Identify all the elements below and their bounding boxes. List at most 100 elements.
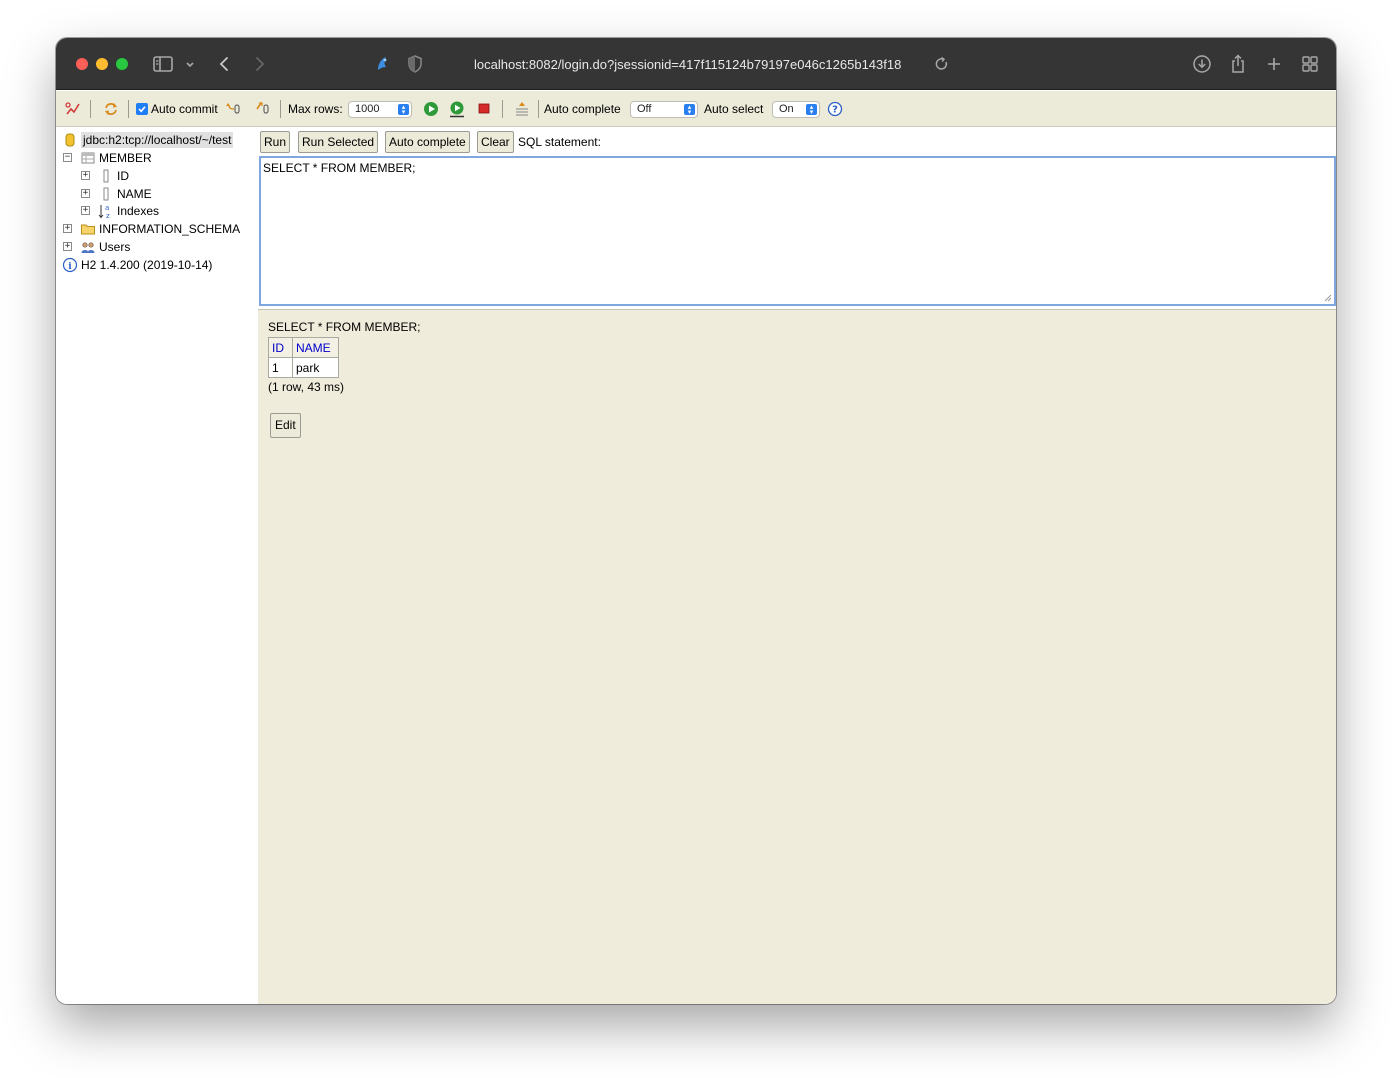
connection-url: jdbc:h2:tcp://localhost/~/test — [81, 132, 234, 148]
auto-commit-label: Auto commit — [151, 102, 218, 116]
auto-complete-toolbar-label: Auto complete — [544, 102, 621, 116]
sidebar-icon[interactable] — [151, 52, 175, 76]
index-sort-icon: az — [98, 203, 114, 219]
tree-information-schema[interactable]: INFORMATION_SCHEMA — [80, 220, 240, 238]
address-bar[interactable]: localhost:8082/login.do?jsessionid=417f1… — [474, 55, 901, 75]
sql-editor-text: SELECT * FROM MEMBER; — [263, 161, 416, 175]
tree-table-member[interactable]: MEMBER — [80, 149, 152, 167]
toolbar-separator — [502, 100, 503, 118]
users-icon — [80, 239, 96, 255]
max-rows-value: 1000 — [355, 103, 380, 115]
reload-icon[interactable] — [930, 52, 954, 76]
edit-button[interactable]: Edit — [270, 413, 301, 438]
expand-icon[interactable]: + — [81, 171, 90, 180]
auto-commit-checkbox[interactable]: Auto commit — [136, 91, 218, 127]
sql-statement-label: SQL statement: — [518, 135, 601, 149]
column-name: ID — [117, 169, 129, 183]
expand-icon[interactable]: + — [63, 224, 72, 233]
clear-button[interactable]: Clear — [477, 131, 514, 153]
max-rows-label: Max rows: — [288, 102, 343, 116]
expand-icon[interactable]: + — [81, 189, 90, 198]
run-selected-icon[interactable] — [448, 100, 466, 118]
help-icon[interactable]: ? — [826, 100, 844, 118]
schema-tree: jdbc:h2:tcp://localhost/~/test − MEMBER … — [56, 128, 258, 1004]
max-rows-select[interactable]: 1000 ▴ ▾ — [348, 101, 412, 118]
auto-complete-value: Off — [637, 103, 652, 115]
browser-window: localhost:8082/login.do?jsessionid=417f1… — [56, 38, 1336, 1004]
result-cell: 1 — [268, 357, 293, 378]
resize-handle-icon[interactable] — [1324, 294, 1332, 302]
table-icon — [80, 150, 96, 166]
toolbar-separator — [280, 100, 281, 118]
column-name: NAME — [117, 187, 152, 201]
auto-complete-button[interactable]: Auto complete — [385, 131, 470, 153]
h2-toolbar: Auto commit Max rows: 1000 ▴ ▾ Auto compl… — [56, 91, 1336, 127]
expand-icon[interactable]: + — [81, 206, 90, 215]
tree-column-name[interactable]: NAME — [98, 185, 152, 203]
auto-select-value: On — [779, 103, 794, 115]
table-row: 1 park — [268, 357, 339, 378]
expand-icon[interactable]: + — [63, 242, 72, 251]
tree-column-id[interactable]: ID — [98, 167, 129, 185]
version-text: H2 1.4.200 (2019-10-14) — [81, 258, 213, 272]
tab-overview-icon[interactable] — [1298, 52, 1322, 76]
rollback-icon[interactable] — [254, 100, 272, 118]
auto-select-select[interactable]: On ▴ ▾ — [772, 101, 820, 118]
browser-titlebar: localhost:8082/login.do?jsessionid=417f1… — [56, 38, 1336, 90]
run-icon[interactable] — [422, 100, 440, 118]
users-label: Users — [99, 240, 131, 254]
result-panel: SELECT * FROM MEMBER; ID NAME 1 park (1 … — [258, 309, 1336, 1004]
zoom-window-button[interactable] — [116, 58, 128, 70]
info-icon: i — [62, 257, 78, 273]
column-icon — [98, 168, 114, 184]
toolbar-separator — [90, 100, 91, 118]
auto-select-label: Auto select — [704, 102, 764, 116]
select-arrows-icon: ▴ ▾ — [806, 104, 817, 116]
svg-text:i: i — [68, 262, 72, 272]
close-window-button[interactable] — [76, 58, 88, 70]
back-icon[interactable] — [213, 52, 237, 76]
download-icon[interactable] — [1190, 52, 1214, 76]
stop-icon[interactable] — [475, 100, 493, 118]
result-header-name[interactable]: NAME — [292, 337, 339, 358]
select-arrows-icon: ▴ ▾ — [684, 104, 695, 116]
result-header-row: ID NAME — [268, 337, 339, 358]
toolbar-separator — [128, 100, 129, 118]
query-button-row: Run Run Selected Auto complete Clear SQL… — [258, 128, 1336, 156]
commit-icon[interactable] — [224, 100, 242, 118]
table-name: MEMBER — [99, 151, 152, 165]
share-icon[interactable] — [1226, 52, 1250, 76]
chevron-down-icon[interactable] — [178, 52, 202, 76]
tree-indexes[interactable]: az Indexes — [98, 202, 159, 220]
extension-icon[interactable] — [370, 52, 394, 76]
run-button[interactable]: Run — [260, 131, 291, 153]
run-selected-button[interactable]: Run Selected — [298, 131, 379, 153]
checkbox-checked-icon[interactable] — [136, 103, 148, 115]
disconnect-icon[interactable] — [64, 100, 82, 118]
database-icon — [62, 132, 78, 148]
result-info: (1 row, 43 ms) — [268, 380, 345, 394]
result-header-id[interactable]: ID — [268, 337, 293, 358]
folder-icon — [80, 221, 96, 237]
forward-icon[interactable] — [247, 52, 271, 76]
refresh-icon[interactable] — [102, 100, 120, 118]
new-tab-icon[interactable] — [1262, 52, 1286, 76]
query-panel: Run Run Selected Auto complete Clear SQL… — [258, 128, 1336, 1004]
svg-text:z: z — [106, 212, 110, 219]
tree-connection[interactable]: jdbc:h2:tcp://localhost/~/test — [62, 131, 234, 149]
auto-complete-select[interactable]: Off ▴ ▾ — [630, 101, 698, 118]
toolbar-separator — [538, 100, 539, 118]
sql-editor[interactable]: SELECT * FROM MEMBER; — [259, 156, 1336, 306]
indexes-label: Indexes — [117, 204, 160, 218]
collapse-icon[interactable]: − — [63, 153, 72, 162]
history-icon[interactable] — [513, 100, 531, 118]
column-icon — [98, 186, 114, 202]
minimize-window-button[interactable] — [96, 58, 108, 70]
tree-users[interactable]: Users — [80, 238, 130, 256]
result-table: ID NAME 1 park — [268, 337, 339, 378]
shield-icon[interactable] — [403, 52, 427, 76]
result-sql: SELECT * FROM MEMBER; — [268, 320, 421, 334]
select-arrows-icon: ▴ ▾ — [398, 104, 409, 116]
svg-text:?: ? — [832, 105, 838, 116]
result-cell: park — [292, 357, 339, 378]
